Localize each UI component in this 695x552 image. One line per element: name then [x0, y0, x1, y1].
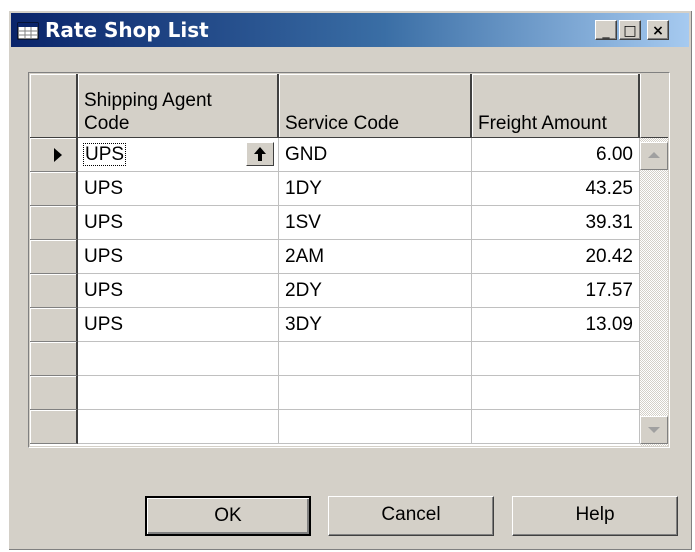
- cell-text: 6.00: [596, 144, 633, 165]
- service-code-cell[interactable]: 3DY: [279, 308, 472, 342]
- maximize-icon: □: [623, 23, 637, 39]
- ok-button[interactable]: OK: [145, 496, 311, 536]
- table-row[interactable]: UPS 1DY 43.25: [30, 172, 640, 206]
- column-header-shipping-agent-code[interactable]: Shipping Agent Code: [78, 74, 279, 138]
- maximize-button[interactable]: □: [619, 20, 641, 40]
- column-header-label: Shipping Agent Code: [84, 90, 212, 134]
- freight-amount-cell[interactable]: 17.57: [472, 274, 640, 308]
- row-selector[interactable]: [30, 308, 78, 342]
- column-header-label: Freight Amount: [478, 113, 607, 134]
- table-row[interactable]: [30, 410, 640, 444]
- shipping-agent-code-cell[interactable]: UPS: [78, 274, 279, 308]
- table-row[interactable]: UPS GND 6.00: [30, 138, 640, 172]
- scroll-down-icon: [648, 427, 660, 433]
- current-row-triangle-icon: [54, 148, 62, 162]
- scrollbar-header: [640, 74, 668, 138]
- title-bar[interactable]: Rate Shop List _ □ ×: [11, 13, 689, 47]
- service-code-cell[interactable]: 2AM: [279, 240, 472, 274]
- row-selector[interactable]: [30, 376, 78, 410]
- close-button[interactable]: ×: [647, 20, 669, 40]
- shipping-agent-code-cell[interactable]: [78, 342, 279, 376]
- shipping-agent-code-cell[interactable]: UPS: [78, 240, 279, 274]
- service-code-cell[interactable]: [279, 376, 472, 410]
- shipping-agent-code-cell[interactable]: [78, 376, 279, 410]
- table-row[interactable]: [30, 342, 640, 376]
- column-header-freight-amount[interactable]: Freight Amount: [472, 74, 640, 138]
- cell-text: 1SV: [285, 212, 321, 233]
- help-button[interactable]: Help: [512, 496, 678, 536]
- freight-amount-cell[interactable]: [472, 410, 640, 444]
- scroll-down-button[interactable]: [640, 416, 668, 444]
- row-selector[interactable]: [30, 206, 78, 240]
- cell-text: UPS: [84, 314, 124, 335]
- scroll-up-button[interactable]: [640, 142, 668, 170]
- service-code-cell[interactable]: GND: [279, 138, 472, 172]
- window-title: Rate Shop List: [45, 18, 209, 42]
- freight-amount-cell[interactable]: 6.00: [472, 138, 640, 172]
- cell-text: 2DY: [285, 280, 322, 301]
- vertical-scrollbar[interactable]: [640, 138, 668, 446]
- freight-amount-cell[interactable]: [472, 342, 640, 376]
- cell-text: UPS: [82, 143, 127, 166]
- cell-text: GND: [285, 144, 328, 165]
- service-code-cell[interactable]: [279, 342, 472, 376]
- shipping-agent-code-cell[interactable]: UPS: [78, 308, 279, 342]
- close-icon: ×: [652, 23, 664, 39]
- cell-text: 39.31: [585, 212, 633, 233]
- table-row[interactable]: UPS 2DY 17.57: [30, 274, 640, 308]
- column-header-label: Service Code: [285, 113, 400, 134]
- table-row[interactable]: UPS 3DY 13.09: [30, 308, 640, 342]
- corner-header[interactable]: [30, 74, 78, 138]
- cell-text: UPS: [84, 212, 124, 233]
- cell-text: UPS: [84, 178, 124, 199]
- row-selector[interactable]: [30, 274, 78, 308]
- minimize-button[interactable]: _: [595, 20, 617, 40]
- row-selector[interactable]: [30, 342, 78, 376]
- service-code-cell[interactable]: 1SV: [279, 206, 472, 240]
- cell-text: 2AM: [285, 246, 325, 267]
- minimize-icon: _: [602, 23, 610, 39]
- cell-text: 17.57: [585, 280, 633, 301]
- service-code-cell[interactable]: [279, 410, 472, 444]
- cell-text: 3DY: [285, 314, 322, 335]
- row-selector[interactable]: [30, 410, 78, 444]
- freight-amount-cell[interactable]: [472, 376, 640, 410]
- freight-amount-cell[interactable]: 13.09: [472, 308, 640, 342]
- cell-text: 1DY: [285, 178, 322, 199]
- row-selector[interactable]: [30, 172, 78, 206]
- rate-grid: Shipping Agent Code Service Code Freight …: [30, 74, 668, 446]
- table-row[interactable]: UPS 2AM 20.42: [30, 240, 640, 274]
- row-selector[interactable]: [30, 240, 78, 274]
- row-selector[interactable]: [30, 138, 78, 172]
- service-code-cell[interactable]: 2DY: [279, 274, 472, 308]
- lookup-button[interactable]: [246, 142, 274, 166]
- cancel-button[interactable]: Cancel: [328, 496, 494, 536]
- cell-text: 20.42: [585, 246, 633, 267]
- freight-amount-cell[interactable]: 39.31: [472, 206, 640, 240]
- cell-text: 43.25: [585, 178, 633, 199]
- table-icon: [17, 22, 39, 40]
- freight-amount-cell[interactable]: 20.42: [472, 240, 640, 274]
- column-header-service-code[interactable]: Service Code: [279, 74, 472, 138]
- cell-text: UPS: [84, 246, 124, 267]
- shipping-agent-code-cell[interactable]: UPS: [78, 206, 279, 240]
- scroll-up-icon: [648, 152, 660, 158]
- rate-grid-frame: Shipping Agent Code Service Code Freight …: [28, 72, 670, 448]
- service-code-cell[interactable]: 1DY: [279, 172, 472, 206]
- freight-amount-cell[interactable]: 43.25: [472, 172, 640, 206]
- shipping-agent-code-cell[interactable]: [78, 410, 279, 444]
- shipping-agent-code-cell[interactable]: UPS: [78, 172, 279, 206]
- shipping-agent-code-cell[interactable]: UPS: [78, 138, 279, 172]
- lookup-arrow-up-icon: [254, 147, 266, 161]
- table-row[interactable]: UPS 1SV 39.31: [30, 206, 640, 240]
- table-row[interactable]: [30, 376, 640, 410]
- cell-text: 13.09: [585, 314, 633, 335]
- cell-text: UPS: [84, 280, 124, 301]
- rate-shop-list-window: Rate Shop List _ □ × Shipping Agent Code …: [8, 10, 692, 550]
